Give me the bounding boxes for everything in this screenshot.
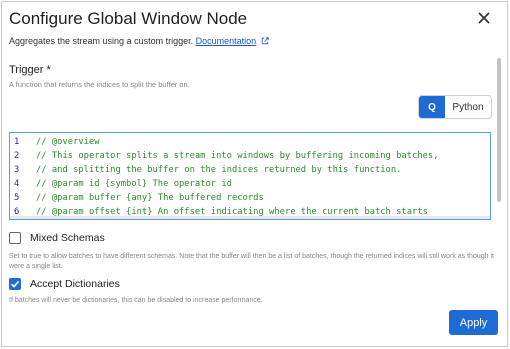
code-line: 5 // @param buffer {any} The buffered re… (10, 191, 264, 205)
mixed-schemas-checkbox[interactable] (9, 232, 21, 244)
external-link-icon[interactable] (261, 37, 269, 45)
code-text: // @overview (36, 137, 100, 147)
code-line: 4 // @param id {symbol} The operator id (10, 177, 232, 191)
code-text: // and splitting the buffer on the indic… (36, 165, 402, 175)
line-number: 3 (14, 165, 20, 175)
subtitle-text: Aggregates the stream using a custom tri… (9, 36, 194, 46)
line-number: 4 (14, 179, 20, 189)
code-text: // This operator splits a stream into wi… (36, 151, 439, 161)
line-number: 2 (14, 151, 20, 161)
code-editor[interactable]: 1 // @overview 2 // This operator splits… (9, 132, 491, 220)
code-line: 3 // and splitting the buffer on the ind… (10, 163, 401, 177)
code-text: // @param buffer {any} The buffered reco… (36, 193, 264, 203)
trigger-label: Trigger * (9, 64, 51, 76)
accept-dictionaries-checkbox-row[interactable]: Accept Dictionaries (9, 278, 120, 290)
mixed-schemas-checkbox-row[interactable]: Mixed Schemas (9, 232, 105, 244)
configure-dialog: Configure Global Window Node Aggregates … (1, 1, 508, 347)
apply-button[interactable]: Apply (449, 310, 498, 335)
checkmark-icon (10, 280, 20, 288)
dialog-subtitle: Aggregates the stream using a custom tri… (9, 36, 269, 46)
documentation-link[interactable]: Documentation (196, 36, 257, 46)
editor-horizontal-scrollbar[interactable] (10, 216, 490, 219)
accept-dictionaries-description: If batches will never be dictionaries, t… (9, 297, 263, 304)
trigger-description: A function that returns the indices to s… (9, 80, 190, 89)
accept-dictionaries-checkbox[interactable] (9, 278, 21, 290)
accept-dictionaries-label: Accept Dictionaries (30, 278, 120, 290)
mixed-schemas-description: Set to true to allow batches to have dif… (9, 253, 494, 270)
line-number: 1 (14, 137, 20, 147)
language-q-button[interactable]: Q (419, 96, 445, 118)
line-number: 5 (14, 193, 20, 203)
close-icon[interactable] (476, 10, 492, 26)
dialog-title: Configure Global Window Node (9, 9, 248, 28)
code-line: 1 // @overview (10, 135, 100, 149)
code-line: 2 // This operator splits a stream into … (10, 149, 439, 163)
language-python-button[interactable]: Python (445, 96, 491, 118)
language-toggle: Q Python (418, 95, 492, 119)
code-text: // @param id {symbol} The operator id (36, 179, 232, 189)
dialog-scrollbar[interactable] (497, 58, 501, 202)
mixed-schemas-label: Mixed Schemas (30, 232, 105, 244)
